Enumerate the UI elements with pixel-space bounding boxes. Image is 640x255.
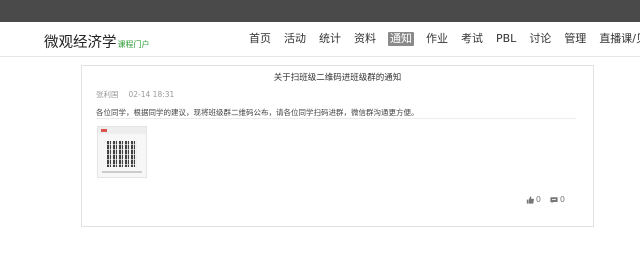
nav-item-notices[interactable]: 通知: [388, 32, 414, 46]
nav-item-pbl[interactable]: PBL: [495, 32, 517, 46]
nav-item-homework[interactable]: 作业: [425, 32, 449, 46]
nav-item-manage[interactable]: 管理: [563, 32, 587, 46]
top-bar: [0, 0, 640, 22]
comment-count: 0: [559, 195, 565, 204]
notice-card: 关于扫班级二维码进班级群的通知 张利国 02-14 18:31 各位同学，根据同学…: [81, 65, 594, 227]
comment-icon: [550, 196, 558, 204]
main-nav: 首页 活动 统计 资料 通知 作业 考试 PBL 讨论 管理 直播课/见面课: [248, 32, 640, 46]
divider: [96, 118, 576, 119]
notice-title: 关于扫班级二维码进班级群的通知: [273, 73, 402, 83]
like-count: 0: [535, 195, 541, 204]
thumb-footer: [102, 171, 142, 173]
notice-stats: 0 0: [517, 195, 565, 204]
comment-button[interactable]: 0: [550, 195, 565, 204]
nav-item-home[interactable]: 首页: [248, 32, 272, 46]
course-title: 微观经济学: [44, 35, 117, 51]
thumb-header: [98, 127, 146, 134]
qr-code-graphic: [107, 141, 137, 167]
notice-meta: 张利国 02-14 18:31: [96, 89, 174, 100]
qr-code-image[interactable]: [97, 126, 147, 178]
nav-item-live-class[interactable]: 直播课/见面课: [598, 32, 640, 46]
course-portal-label: 课程门户: [117, 40, 150, 49]
nav-item-materials[interactable]: 资料: [353, 32, 377, 46]
header: 微观经济学课程门户 首页 活动 统计 资料 通知 作业 考试 PBL 讨论 管理…: [0, 22, 640, 57]
nav-item-activities[interactable]: 活动: [283, 32, 307, 46]
thumbs-up-icon: [526, 195, 534, 204]
nav-item-discussion[interactable]: 讨论: [528, 32, 552, 46]
notice-time: 02-14 18:31: [128, 90, 175, 99]
nav-item-statistics[interactable]: 统计: [318, 32, 342, 46]
course-brand[interactable]: 微观经济学课程门户: [44, 31, 150, 52]
notice-author: 张利国: [96, 90, 119, 99]
like-button[interactable]: 0: [526, 195, 541, 204]
notice-body: 各位同学，根据同学的建议，现将班级群二维码公布，请各位同学扫码进群，微信群沟通更…: [96, 108, 419, 117]
nav-item-exams[interactable]: 考试: [460, 32, 484, 46]
